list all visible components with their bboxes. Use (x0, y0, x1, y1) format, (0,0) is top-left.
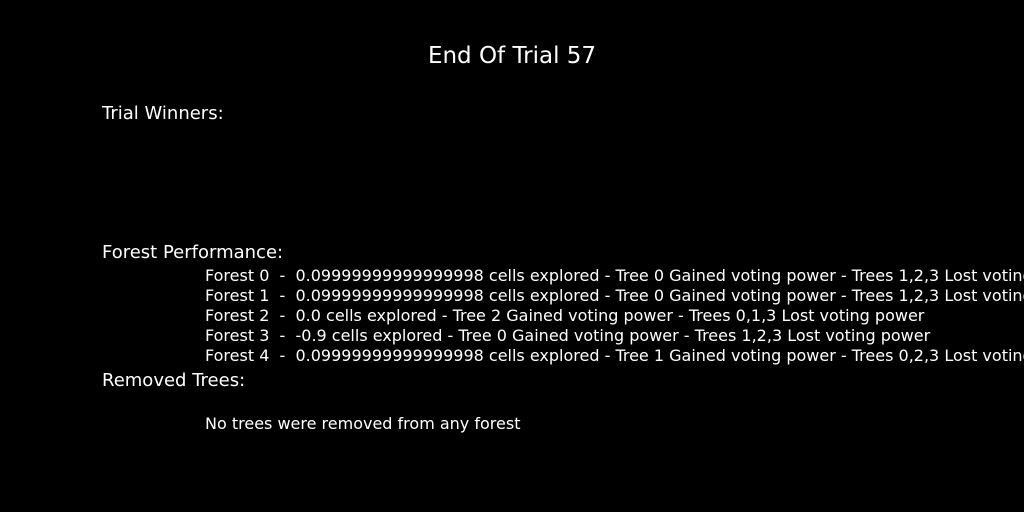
trial-winners-label: Trial Winners: (102, 103, 224, 124)
forest-row-1: Forest 1 - 0.09999999999999998 cells exp… (205, 286, 1024, 305)
removed-trees-message: No trees were removed from any forest (205, 414, 521, 433)
removed-trees-label: Removed Trees: (102, 370, 246, 391)
page-title: End Of Trial 57 (427, 43, 597, 69)
forest-row-2: Forest 2 - 0.0 cells explored - Tree 2 G… (205, 306, 925, 325)
forest-row-3: Forest 3 - -0.9 cells explored - Tree 0 … (205, 326, 931, 345)
forest-row-4: Forest 4 - 0.09999999999999998 cells exp… (205, 346, 1024, 365)
forest-performance-label: Forest Performance: (102, 242, 284, 263)
forest-row-0: Forest 0 - 0.09999999999999998 cells exp… (205, 266, 1024, 285)
forest-performance-list: Forest 0 - 0.09999999999999998 cells exp… (205, 266, 1024, 366)
